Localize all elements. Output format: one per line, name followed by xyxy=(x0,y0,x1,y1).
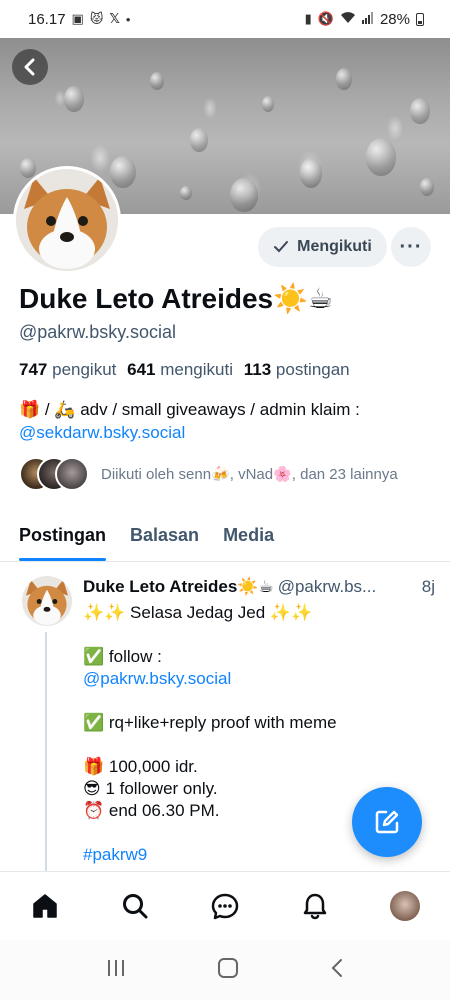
compose-button[interactable] xyxy=(352,787,422,857)
profile-handle: @pakrw.bsky.social xyxy=(19,322,176,342)
bottom-nav xyxy=(0,871,450,939)
posts-stat: 113 postingan xyxy=(243,360,350,379)
post-author[interactable]: Duke Leto Atreides☀️☕ xyxy=(83,577,274,597)
post-handle[interactable]: @pakrw.bs... xyxy=(278,577,377,597)
ellipsis-icon: ··· xyxy=(399,235,423,258)
compose-icon xyxy=(375,810,399,834)
bio-link[interactable]: @sekdarw.bsky.social xyxy=(19,421,439,444)
back-nav-button[interactable] xyxy=(330,958,344,983)
nav-home[interactable] xyxy=(20,881,70,931)
followers-stat[interactable]: 747 pengikut xyxy=(19,360,116,379)
alarm-icon: ▮ xyxy=(304,11,312,26)
bio-text: 🎁 / 🛵 adv / small giveaways / admin klai… xyxy=(19,400,360,419)
app-icon: 😾 xyxy=(89,11,104,26)
signal-icon xyxy=(361,11,374,27)
post-header: Duke Leto Atreides☀️☕ @pakrw.bs... 8j xyxy=(83,577,435,597)
post-title: ✨✨ Selasa Jedag Jed ✨✨ xyxy=(83,603,313,622)
display-name: Duke Leto Atreides☀️☕ xyxy=(19,283,334,314)
following-button[interactable]: Mengikuti xyxy=(258,227,387,267)
more-options-button[interactable]: ··· xyxy=(391,227,431,267)
home-icon xyxy=(33,893,57,918)
profile-tabs: Postingan Balasan Media xyxy=(0,510,450,562)
chat-icon xyxy=(211,893,239,919)
profile-bio: 🎁 / 🛵 adv / small giveaways / admin klai… xyxy=(19,398,439,444)
profile-avatar[interactable] xyxy=(13,166,121,274)
battery-icon xyxy=(416,12,424,26)
bell-icon xyxy=(303,893,327,919)
followed-by-text: Diikuti oleh senn🍻, vNad🌸, dan 23 lainny… xyxy=(101,466,398,483)
post-time: 8j xyxy=(421,577,435,596)
nav-notifications[interactable] xyxy=(290,881,340,931)
mute-icon: 🔇 xyxy=(317,11,334,26)
post-mention-link[interactable]: @pakrw.bsky.social xyxy=(83,668,433,690)
nav-profile[interactable] xyxy=(380,881,430,931)
home-button[interactable] xyxy=(217,957,239,984)
check-icon xyxy=(274,241,289,253)
nav-search[interactable] xyxy=(110,881,160,931)
wifi-icon xyxy=(340,11,356,27)
post-prize-line: 🎁 100,000 idr. xyxy=(83,757,198,776)
home-square-icon xyxy=(217,957,238,978)
search-icon xyxy=(123,893,148,918)
android-nav-bar xyxy=(0,940,450,1000)
followed-by[interactable]: Diikuti oleh senn🍻, vNad🌸, dan 23 lainny… xyxy=(19,456,398,492)
tab-posts[interactable]: Postingan xyxy=(19,510,107,561)
dot-icon: • xyxy=(125,11,131,27)
tab-replies[interactable]: Balasan xyxy=(130,510,199,560)
following-stat[interactable]: 641 mengikuti xyxy=(127,360,233,379)
profile-stats: 747 pengikut 641 mengikuti 113 postingan xyxy=(19,360,350,380)
profile-avatar-small xyxy=(390,890,420,921)
thread-line xyxy=(45,632,47,872)
follower-avatar xyxy=(55,457,89,491)
image-icon: ▣ xyxy=(71,11,84,26)
post-rq-line: ✅ rq+like+reply proof with meme xyxy=(83,713,337,732)
nav-chat[interactable] xyxy=(200,881,250,931)
following-button-label: Mengikuti xyxy=(297,238,372,255)
post-avatar[interactable] xyxy=(22,576,72,626)
status-bar: 16.17 ▣ 😾 𝕏 • ▮ 🔇 28% xyxy=(0,0,450,38)
recent-apps-button[interactable] xyxy=(106,959,126,982)
x-icon: 𝕏 xyxy=(109,11,120,26)
post-follow-line: ✅ follow : xyxy=(83,647,162,666)
chevron-left-icon xyxy=(331,958,343,977)
recents-icon xyxy=(107,959,124,976)
tab-media[interactable]: Media xyxy=(223,510,274,560)
battery-percent: 28% xyxy=(379,10,410,28)
status-time: 16.17 xyxy=(28,10,66,28)
back-button[interactable] xyxy=(12,49,48,85)
